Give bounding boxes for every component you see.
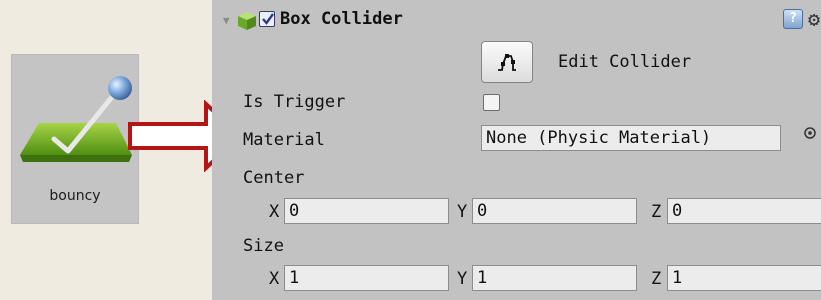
gear-icon[interactable]: ⚙: [808, 7, 820, 31]
inspector-panel: ▼ Box Collider ? ⚙ Edit Collider Is Trig…: [212, 0, 821, 300]
edit-collider-button[interactable]: [481, 41, 533, 83]
help-icon[interactable]: ?: [783, 9, 803, 29]
size-z-label: Z: [651, 269, 662, 289]
center-y-field[interactable]: 0: [472, 198, 637, 224]
center-label: Center: [243, 168, 305, 188]
size-x-label: X: [269, 269, 280, 289]
size-y-label: Y: [457, 269, 468, 289]
is-trigger-label: Is Trigger: [243, 92, 346, 112]
cube-icon: [238, 12, 256, 30]
material-field[interactable]: None (Physic Material): [481, 125, 781, 151]
asset-thumbnail[interactable]: bouncy: [11, 54, 139, 224]
edit-collider-label: Edit Collider: [558, 52, 692, 72]
center-x-label: X: [269, 202, 280, 222]
checkmark-icon: [262, 13, 274, 25]
center-x-field[interactable]: 0: [284, 198, 449, 224]
size-x-field[interactable]: 1: [284, 265, 449, 291]
edit-collider-icon: [498, 54, 516, 71]
is-trigger-checkbox[interactable]: [483, 94, 500, 111]
component-title: Box Collider: [280, 9, 403, 29]
material-label: Material: [243, 130, 325, 150]
foldout-arrow-icon[interactable]: ▼: [223, 14, 230, 27]
size-y-field[interactable]: 1: [472, 265, 637, 291]
center-z-field[interactable]: 0: [667, 198, 821, 224]
size-z-field[interactable]: 1: [667, 265, 821, 291]
component-header[interactable]: ▼ Box Collider ? ⚙: [212, 0, 821, 38]
asset-name: bouncy: [49, 188, 101, 204]
component-enabled-checkbox[interactable]: [259, 11, 275, 27]
physic-material-icon: [20, 76, 132, 162]
center-z-label: Z: [651, 202, 662, 222]
center-y-label: Y: [457, 202, 468, 222]
size-label: Size: [243, 236, 284, 256]
object-picker-icon[interactable]: [803, 126, 817, 140]
